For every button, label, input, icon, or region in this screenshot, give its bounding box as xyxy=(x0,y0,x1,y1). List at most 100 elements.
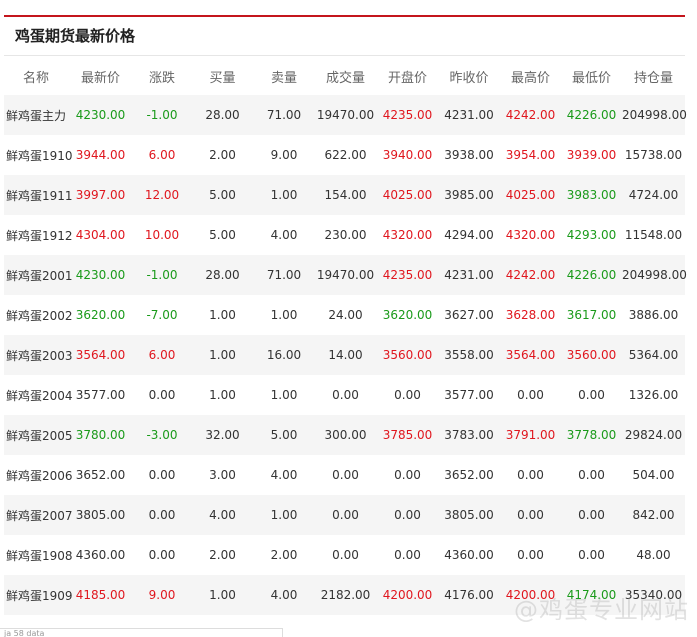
cell-open-interest: 4724.00 xyxy=(622,175,685,215)
cell-prev-close: 3652.00 xyxy=(444,468,494,482)
table-row[interactable]: 鲜鸡蛋1910 3944.00 6.00 2.00 9.00 622.00 3940.00 3… xyxy=(4,135,685,175)
cell-open-interest: 1326.00 xyxy=(628,388,679,402)
cell-open: 4200.00 xyxy=(377,575,438,615)
cell-bid-volume: 5.00 xyxy=(209,228,236,242)
cell-prev-close: 4360.00 xyxy=(444,548,494,562)
cell-volume: 230.00 xyxy=(324,228,367,242)
cell-ask-volume: 1.00 xyxy=(254,495,314,535)
cell-high: 4242.00 xyxy=(500,255,561,295)
cell-high: 0.00 xyxy=(517,468,544,482)
cell-open-interest: 29824.00 xyxy=(622,415,685,455)
cell-low: 0.00 xyxy=(578,468,605,482)
cell-volume: 0.00 xyxy=(332,468,359,482)
cell-name[interactable]: 鲜鸡蛋1908 xyxy=(4,535,73,575)
cell-volume: 2182.00 xyxy=(314,575,377,615)
cell-name[interactable]: 鲜鸡蛋1911 xyxy=(4,175,73,215)
cell-ask-volume: 4.00 xyxy=(270,468,298,482)
cell-name[interactable]: 鲜鸡蛋1912 xyxy=(4,215,73,255)
col-header-name: 名称 xyxy=(22,71,49,86)
cell-high: 0.00 xyxy=(517,548,544,562)
col-header-prev-close: 昨收价 xyxy=(449,71,489,86)
cell-open: 4320.00 xyxy=(382,228,433,242)
cell-open-interest: 842.00 xyxy=(622,495,685,535)
table-row[interactable]: 鲜鸡蛋2005 3780.00 -3.00 32.00 5.00 300.00 3785.0… xyxy=(4,415,685,455)
cell-change: -1.00 xyxy=(133,255,191,295)
cell-prev-close: 4294.00 xyxy=(444,228,494,242)
table-row[interactable]: 鲜鸡蛋1911 3997.00 12.00 5.00 1.00 154.00 4025.00… xyxy=(4,175,685,215)
cell-volume: 622.00 xyxy=(324,148,367,162)
table-row[interactable]: 鲜鸡蛋2001 4230.00 -1.00 28.00 71.00 19470.00 423… xyxy=(4,255,687,295)
cell-open: 0.00 xyxy=(394,468,421,482)
cell-prev-close: 3627.00 xyxy=(444,308,494,322)
cell-name[interactable]: 鲜鸡蛋2002 xyxy=(4,295,73,335)
watermark: @鸡蛋专业网站 xyxy=(514,596,689,624)
cell-latest: 4185.00 xyxy=(68,575,133,615)
table-row[interactable]: 鲜鸡蛋1908 4360.00 0.00 2.00 2.00 0.00 0.00 4360.0… xyxy=(4,535,685,575)
cell-ask-volume: 2.00 xyxy=(270,548,298,562)
cell-low: 3778.00 xyxy=(561,415,622,455)
cell-latest: 4230.00 xyxy=(68,95,133,135)
cell-latest: 3997.00 xyxy=(68,175,133,215)
cell-open: 0.00 xyxy=(377,495,438,535)
table-header-row: 名称 最新价 涨跌 买量 卖量 成交量 开盘价 昨收价 最高价 最低价 持仓量 xyxy=(4,58,685,95)
cell-prev-close: 3985.00 xyxy=(438,175,500,215)
cell-name[interactable]: 鲜鸡蛋2003 xyxy=(4,335,73,375)
cell-name[interactable]: 鲜鸡蛋2004 xyxy=(4,375,73,415)
cell-name[interactable]: 鲜鸡蛋主力 xyxy=(4,95,68,135)
cell-prev-close: 4231.00 xyxy=(438,255,500,295)
cell-name[interactable]: 鲜鸡蛋2006 xyxy=(4,455,73,495)
table-row[interactable]: 鲜鸡蛋2006 3652.00 0.00 3.00 4.00 0.00 0.00 3652.0… xyxy=(4,455,685,495)
cell-open-interest: 15738.00 xyxy=(624,148,683,162)
cell-open-interest: 5364.00 xyxy=(622,335,685,375)
table-row[interactable]: 鲜鸡蛋2004 3577.00 0.00 1.00 1.00 0.00 0.00 3577.0… xyxy=(4,375,685,415)
cell-name[interactable]: 鲜鸡蛋2005 xyxy=(4,415,73,455)
cell-open-interest: 48.00 xyxy=(636,548,671,562)
table-row[interactable]: 鲜鸡蛋2002 3620.00 -7.00 1.00 1.00 24.00 3620.00 3… xyxy=(4,295,685,335)
cell-ask-volume: 9.00 xyxy=(270,148,298,162)
cell-low: 3560.00 xyxy=(561,335,622,375)
cell-change: -3.00 xyxy=(133,415,191,455)
col-header-open: 开盘价 xyxy=(387,71,427,86)
cell-latest: 3805.00 xyxy=(68,495,133,535)
cell-volume: 14.00 xyxy=(314,335,377,375)
cell-bid-volume: 1.00 xyxy=(191,335,254,375)
cell-low: 0.00 xyxy=(578,388,605,402)
cell-change: 0.00 xyxy=(148,468,176,482)
cell-high: 3628.00 xyxy=(505,308,556,322)
cell-name[interactable]: 鲜鸡蛋2007 xyxy=(4,495,73,535)
cell-name[interactable]: 鲜鸡蛋2001 xyxy=(4,255,73,295)
cell-bid-volume: 28.00 xyxy=(191,95,254,135)
cell-change: 0.00 xyxy=(148,388,176,402)
cell-volume: 0.00 xyxy=(314,495,377,535)
cell-volume: 154.00 xyxy=(314,175,377,215)
cell-bid-volume: 1.00 xyxy=(209,388,236,402)
table-row[interactable]: 鲜鸡蛋2003 3564.00 6.00 1.00 16.00 14.00 3560.00 3… xyxy=(4,335,685,375)
col-header-ask-volume: 卖量 xyxy=(270,71,297,86)
cell-prev-close: 4231.00 xyxy=(438,95,500,135)
cell-latest: 3780.00 xyxy=(68,415,133,455)
cell-latest: 4304.00 xyxy=(75,228,126,242)
table-row[interactable]: 鲜鸡蛋2007 3805.00 0.00 4.00 1.00 0.00 0.00 3805.0… xyxy=(4,495,685,535)
futures-panel: 鸡蛋期货最新价格 名称 最新价 涨跌 买量 卖量 成交量 开盘价 昨收价 最高价… xyxy=(4,0,687,615)
cell-open: 3940.00 xyxy=(382,148,433,162)
cell-change: 0.00 xyxy=(148,548,176,562)
cell-latest: 3577.00 xyxy=(75,388,126,402)
cell-name[interactable]: 鲜鸡蛋1910 xyxy=(4,135,73,175)
cell-latest: 3652.00 xyxy=(75,468,126,482)
cell-latest: 3564.00 xyxy=(68,335,133,375)
cell-high: 4025.00 xyxy=(500,175,561,215)
table-row[interactable]: 鲜鸡蛋主力 4230.00 -1.00 28.00 71.00 19470.00 4235.… xyxy=(4,95,687,135)
cell-low: 4293.00 xyxy=(566,228,617,242)
cell-change: 6.00 xyxy=(133,335,191,375)
cell-ask-volume: 1.00 xyxy=(270,388,298,402)
cell-open: 3560.00 xyxy=(377,335,438,375)
col-header-bid-volume: 买量 xyxy=(209,71,236,86)
cell-low: 3939.00 xyxy=(566,148,617,162)
table-row[interactable]: 鲜鸡蛋1912 4304.00 10.00 5.00 4.00 230.00 4320.00… xyxy=(4,215,685,255)
panel-title: 鸡蛋期货最新价格 xyxy=(4,17,685,56)
col-header-high: 最高价 xyxy=(510,71,550,86)
cell-name[interactable]: 鲜鸡蛋1909 xyxy=(4,575,73,615)
cell-ask-volume: 1.00 xyxy=(270,308,298,322)
cell-bid-volume: 3.00 xyxy=(209,468,236,482)
cell-change: 6.00 xyxy=(148,148,176,162)
